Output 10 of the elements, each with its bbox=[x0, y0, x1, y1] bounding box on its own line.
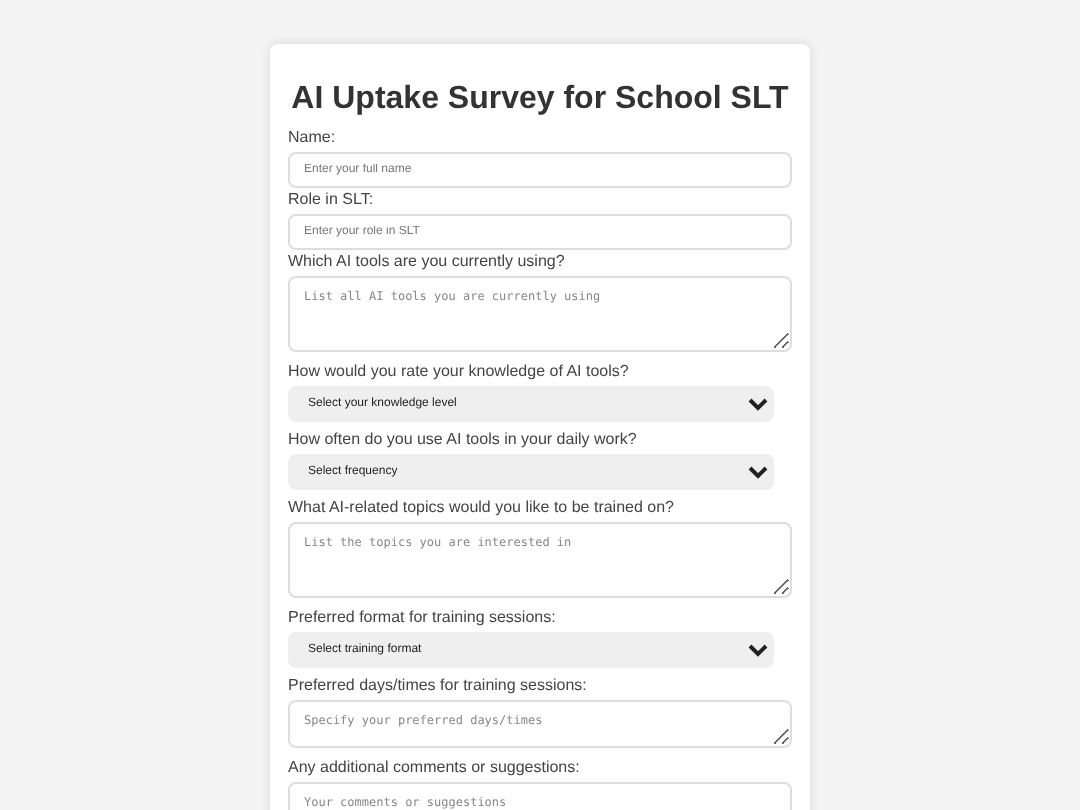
field-label: Role in SLT: bbox=[288, 190, 374, 210]
field-label: Name: bbox=[288, 128, 336, 148]
field-label: Preferred days/times for training sessions: bbox=[288, 676, 587, 696]
field-label: What AI-related topics would you like to be trained on? bbox=[288, 498, 674, 518]
field-label: How would you rate your knowledge of AI tools? bbox=[288, 362, 629, 382]
field-label: Which AI tools are you currently using? bbox=[288, 252, 565, 272]
field-label: Preferred format for training sessions: bbox=[288, 608, 556, 628]
form-title: AI Uptake Survey for School SLT bbox=[289, 80, 791, 120]
field-label: How often do you use AI tools in your daily work? bbox=[288, 430, 637, 450]
field-label: Any additional comments or suggestions: bbox=[288, 758, 580, 778]
